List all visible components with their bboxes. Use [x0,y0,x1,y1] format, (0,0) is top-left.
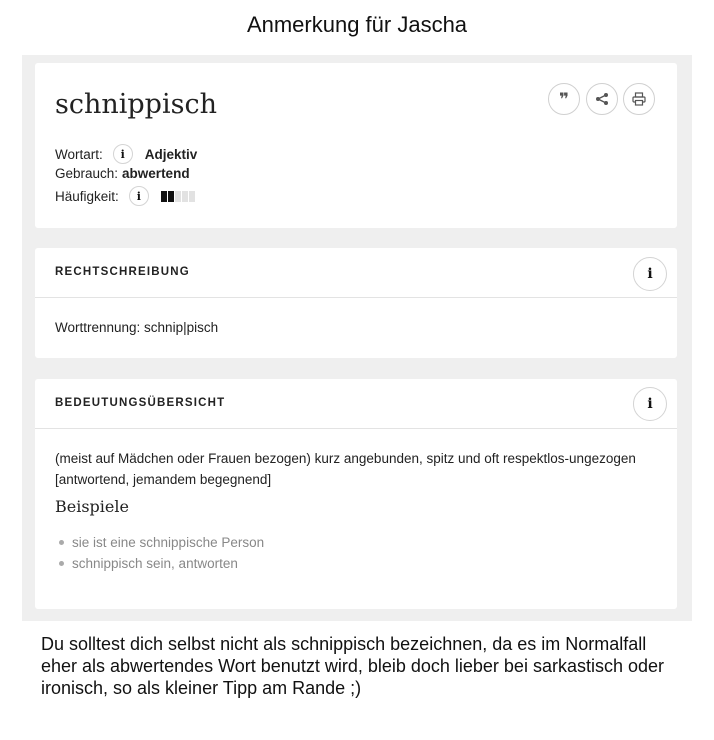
haeufigkeit-row: Häufigkeit: i [55,186,195,206]
haeufigkeit-label: Häufigkeit: [55,188,119,204]
note-text: Du solltest dich selbst nicht als schnip… [41,634,664,698]
rechtschreibung-title: RECHTSCHREIBUNG [55,266,190,278]
page-title: Anmerkung für Jascha [246,12,468,37]
wortart-row: Wortart: i Adjektiv [55,144,197,164]
list-item: sie ist eine schnippische Person [59,532,264,553]
info-icon[interactable]: i [112,144,133,164]
wortart-value: Adjektiv [144,146,198,162]
print-icon [632,92,646,106]
divider [35,297,677,298]
example-text: sie ist eine schnippische Person [72,535,265,550]
worttrennung-text: Worttrennung: schnip|pisch [55,320,219,335]
gebrauch-row: Gebrauch: abwertend [55,166,190,181]
share-button[interactable] [586,83,618,115]
print-button[interactable] [623,83,655,115]
quote-icon: ❞ [559,89,569,109]
bullet-icon [59,540,64,545]
cite-button[interactable]: ❞ [548,83,580,115]
bedeutung-card: BEDEUTUNGSÜBERSICHT i (meist auf Mädchen… [35,379,677,609]
example-text: schnippisch sein, antworten [72,556,238,571]
dictionary-screenshot: schnippisch ❞ Wortart: i Adjektiv Gebrau… [22,55,692,621]
info-icon[interactable]: i [633,257,667,291]
gebrauch-value: abwertend [122,166,190,181]
frequency-meter [160,190,195,202]
frequency-bar [167,190,174,202]
frequency-bar [188,190,195,202]
info-icon[interactable]: i [128,186,149,206]
divider [35,428,677,429]
list-item: schnippisch sein, antworten [59,553,264,574]
frequency-bar [181,190,188,202]
gebrauch-label: Gebrauch: [55,166,119,181]
bullet-icon [59,561,64,566]
rechtschreibung-card: RECHTSCHREIBUNG i Worttrennung: schnip|p… [35,248,677,358]
headword: schnippisch [55,89,217,120]
bedeutung-title: BEDEUTUNGSÜBERSICHT [55,397,226,409]
frequency-bar [160,190,167,202]
frequency-bar [174,190,181,202]
meaning-text: (meist auf Mädchen oder Frauen bezogen) … [55,451,636,487]
examples-heading: Beispiele [55,497,129,516]
share-icon [596,93,608,105]
headword-card: schnippisch ❞ Wortart: i Adjektiv Gebrau… [35,63,677,228]
wortart-label: Wortart: [55,146,103,162]
examples-list: sie ist eine schnippische Person schnipp… [59,532,264,574]
info-icon[interactable]: i [633,387,667,421]
